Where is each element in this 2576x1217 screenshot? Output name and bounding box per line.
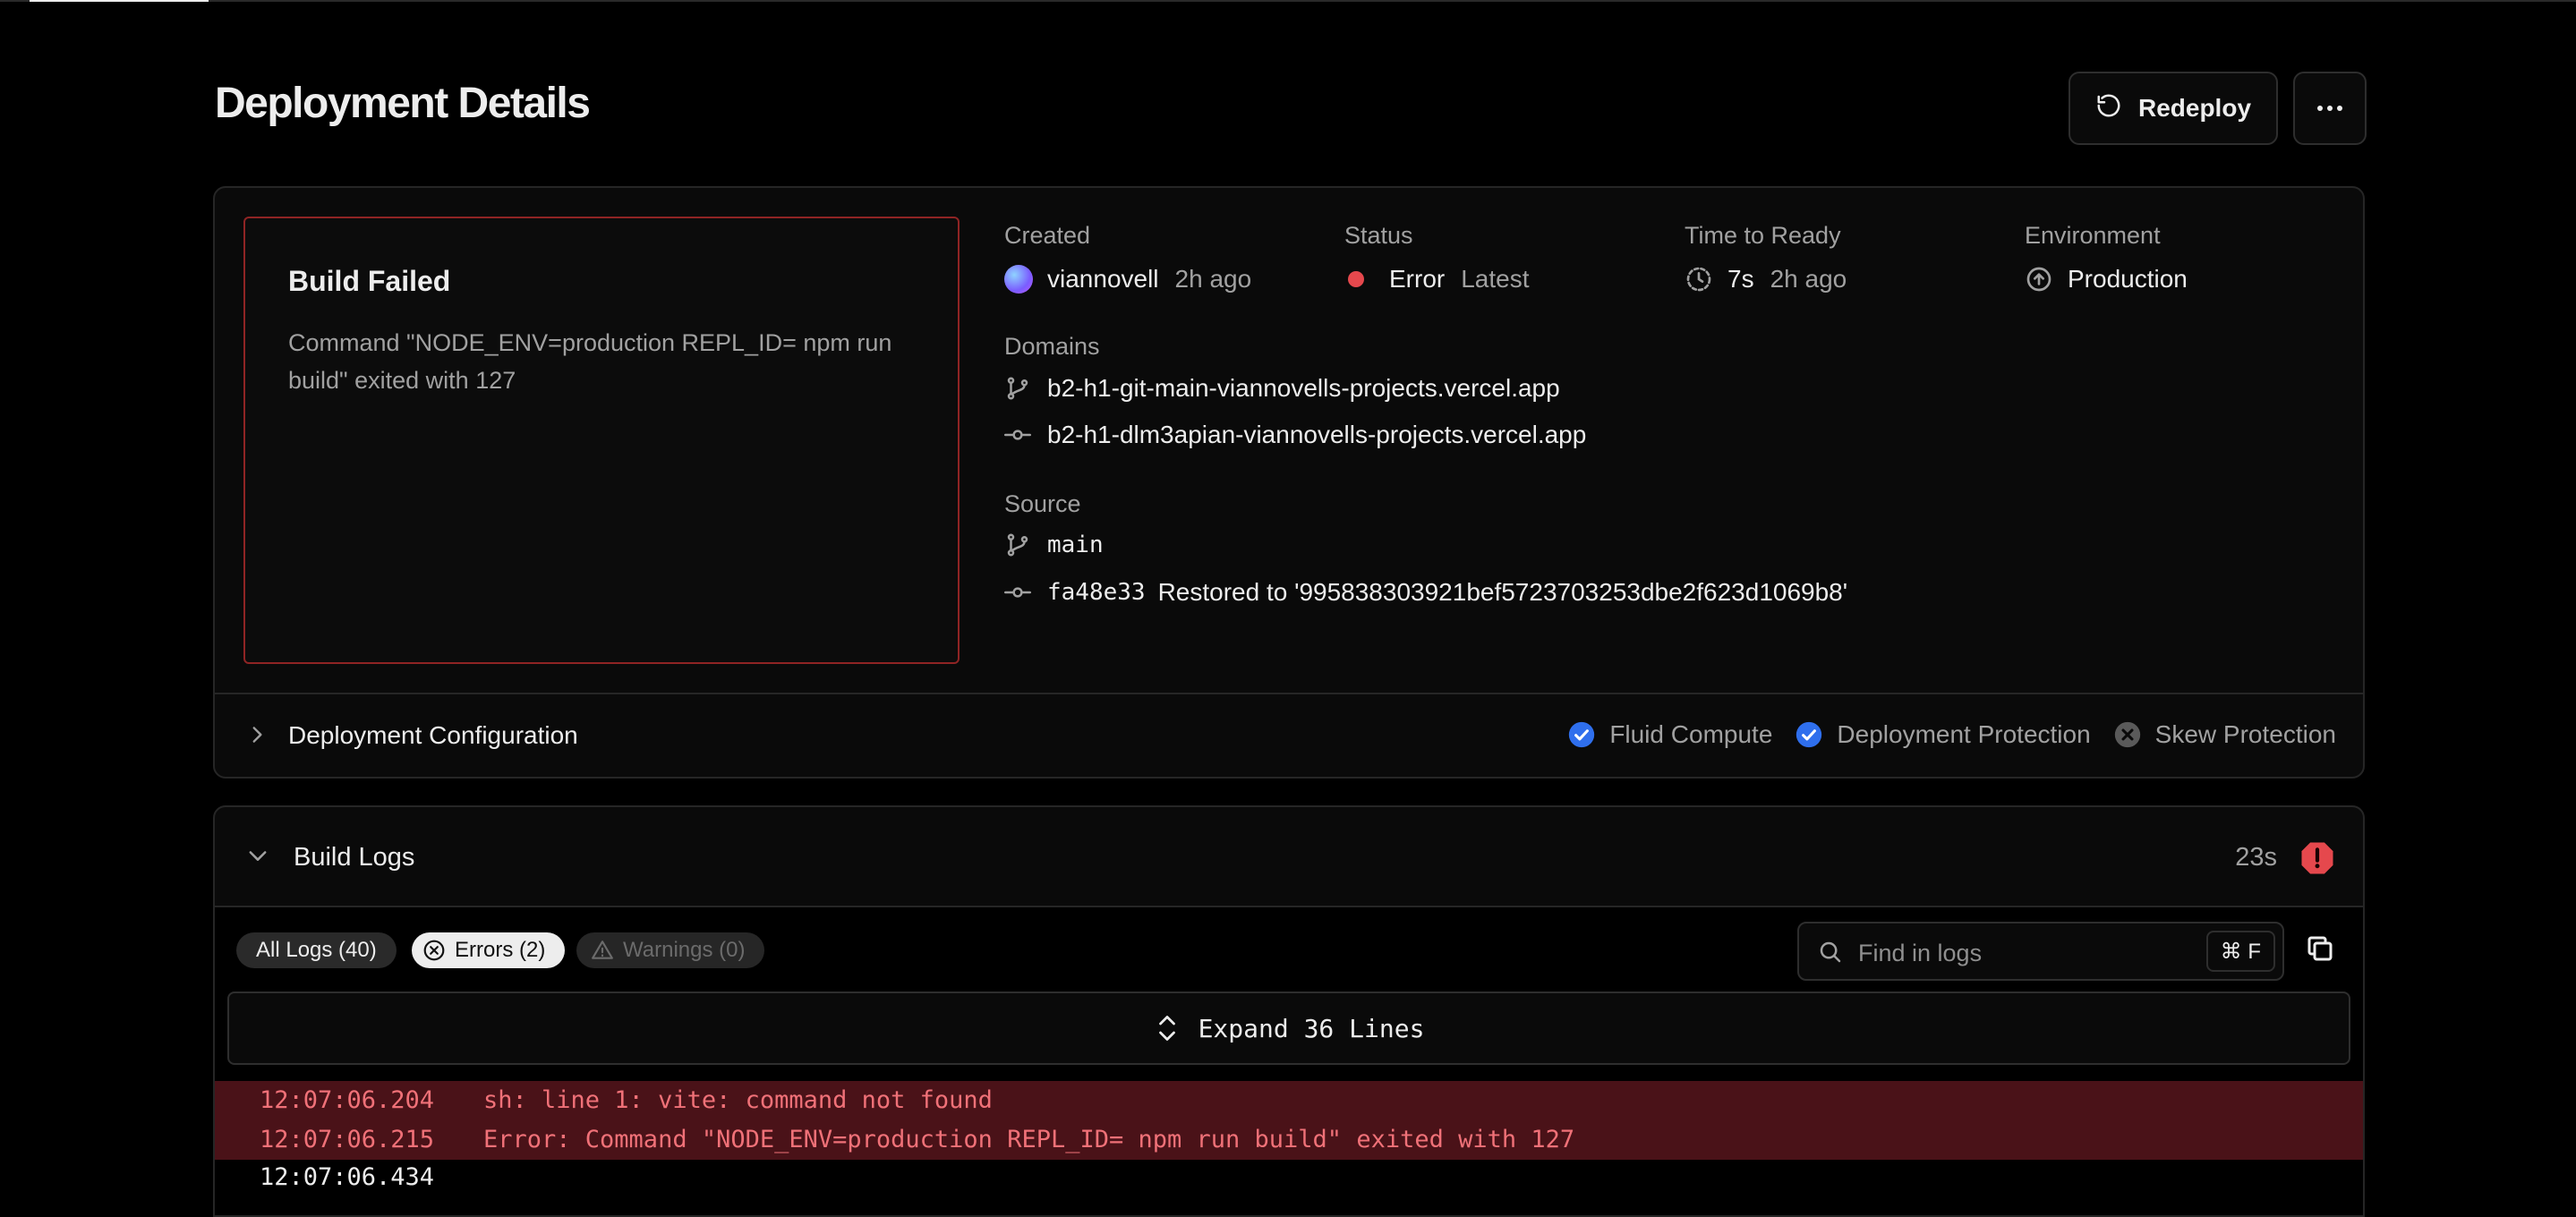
- log-line[interactable]: 12:07:06.434: [215, 1158, 2363, 1197]
- log-message: sh: line 1: vite: command not found: [483, 1086, 993, 1114]
- filter-warnings-label: Warnings (0): [623, 938, 746, 962]
- filter-errors[interactable]: Errors (2): [412, 932, 566, 968]
- git-branch-icon: [1004, 375, 1031, 402]
- redeploy-label: Redeploy: [2137, 94, 2252, 122]
- commit-hash[interactable]: fa48e33: [1047, 579, 1146, 606]
- check-circle-icon: [1566, 719, 1597, 750]
- error-octagon-icon: [2299, 839, 2336, 877]
- log-timestamp: 12:07:06.215: [260, 1126, 435, 1153]
- top-border: [0, 0, 2576, 2]
- log-line[interactable]: 12:07:06.215 Error: Command "NODE_ENV=pr…: [215, 1120, 2363, 1160]
- log-timestamp: 12:07:06.204: [260, 1086, 435, 1114]
- skew-protection-label: Skew Protection: [2154, 720, 2336, 748]
- deployment-configuration-row[interactable]: Deployment Configuration Fluid Compute D…: [215, 694, 2363, 777]
- search-icon: [1817, 939, 1844, 970]
- domain-item[interactable]: b2-h1-dlm3apian-viannovells-projects.ver…: [1004, 421, 1586, 449]
- environment-label: Environment: [2025, 222, 2161, 249]
- more-icon: [2316, 100, 2343, 116]
- redeploy-button[interactable]: Redeploy: [2068, 72, 2278, 145]
- build-logs-duration: 23s: [2235, 843, 2277, 872]
- copy-logs-button[interactable]: [2304, 932, 2340, 968]
- config-badges: Fluid Compute Deployment Protection Skew…: [1566, 719, 2336, 750]
- status-value: Error Latest: [1348, 265, 1530, 294]
- arrow-up-circle-icon: [2025, 265, 2053, 294]
- environment-text: Production: [2068, 265, 2188, 293]
- log-timestamp: 12:07:06.434: [260, 1163, 435, 1191]
- skew-protection-badge: Skew Protection: [2112, 719, 2336, 750]
- log-search-input[interactable]: Find in logs ⌘ F: [1797, 922, 2284, 981]
- log-message: Error: Command "NODE_ENV=production REPL…: [483, 1126, 1575, 1153]
- status-label: Status: [1344, 222, 1413, 249]
- fluid-compute-badge: Fluid Compute: [1566, 719, 1772, 750]
- build-failed-message: Command "NODE_ENV=production REPL_ID= np…: [288, 329, 892, 394]
- x-circle-icon: [422, 939, 446, 962]
- build-logs-panel: Build Logs 23s All Logs (40) Errors (2) …: [213, 805, 2365, 1217]
- copy-icon: [2304, 936, 2336, 968]
- git-commit-icon: [1004, 421, 1031, 448]
- search-shortcut-kbd: ⌘ F: [2205, 931, 2275, 972]
- deployment-protection-label: Deployment Protection: [1837, 720, 2091, 748]
- created-user[interactable]: viannovell: [1047, 265, 1159, 294]
- deployment-protection-badge: Deployment Protection: [1794, 719, 2091, 750]
- filter-all-logs[interactable]: All Logs (40): [236, 932, 397, 968]
- time-to-ready-label: Time to Ready: [1685, 222, 1841, 249]
- created-label: Created: [1004, 222, 1091, 249]
- domains-label: Domains: [1004, 333, 1100, 360]
- time-to-ready-value: 7s 2h ago: [1685, 265, 1847, 294]
- domain-link[interactable]: b2-h1-git-main-viannovells-projects.verc…: [1047, 374, 1560, 403]
- created-value: viannovell 2h ago: [1004, 265, 1251, 294]
- check-circle-icon: [1794, 719, 1824, 750]
- expand-vertical-icon: [1154, 1012, 1181, 1044]
- deployment-summary-card: Build Failed Command "NODE_ENV=productio…: [213, 186, 2365, 779]
- log-line[interactable]: 12:07:06.204 sh: line 1: vite: command n…: [215, 1081, 2363, 1120]
- time-to-ready-duration: 7s: [1727, 265, 1754, 293]
- chevron-down-icon: [245, 843, 270, 872]
- source-branch[interactable]: main: [1004, 532, 1104, 558]
- expand-lines-button[interactable]: Expand 36 Lines: [227, 991, 2350, 1065]
- chevron-right-icon: [245, 723, 269, 751]
- more-options-button[interactable]: [2293, 72, 2367, 145]
- clock-icon: [1685, 265, 1713, 294]
- commit-message: Restored to '995838303921bef5723703253db…: [1157, 578, 1848, 606]
- log-search-placeholder: Find in logs: [1858, 940, 1983, 966]
- git-commit-icon: [1004, 579, 1031, 606]
- filter-errors-label: Errors (2): [455, 938, 546, 962]
- build-failed-panel: Build Failed Command "NODE_ENV=productio…: [243, 217, 960, 664]
- page-title: Deployment Details: [215, 80, 591, 127]
- source-label: Source: [1004, 490, 1081, 517]
- domain-item[interactable]: b2-h1-git-main-viannovells-projects.verc…: [1004, 374, 1560, 403]
- created-time: 2h ago: [1174, 265, 1252, 293]
- expand-lines-label: Expand 36 Lines: [1198, 1013, 1425, 1043]
- status-tag: Latest: [1461, 265, 1530, 293]
- environment-value: Production: [2025, 265, 2188, 294]
- x-circle-icon: [2112, 719, 2143, 750]
- build-logs-body: All Logs (40) Errors (2) Warnings (0) Fi…: [215, 907, 2363, 1215]
- domain-link[interactable]: b2-h1-dlm3apian-viannovells-projects.ver…: [1047, 421, 1586, 449]
- time-to-ready-time: 2h ago: [1770, 265, 1847, 293]
- deployment-configuration-title: Deployment Configuration: [288, 721, 578, 749]
- warning-triangle-icon: [591, 939, 614, 962]
- fluid-compute-label: Fluid Compute: [1609, 720, 1773, 748]
- status-text: Error: [1389, 265, 1446, 293]
- branch-name[interactable]: main: [1047, 532, 1104, 558]
- build-logs-header[interactable]: Build Logs 23s: [215, 807, 2363, 907]
- active-tab-indicator: [30, 0, 209, 2]
- error-dot-icon: [1348, 271, 1364, 287]
- build-failed-title: Build Failed: [288, 265, 451, 297]
- filter-warnings[interactable]: Warnings (0): [576, 932, 765, 968]
- git-branch-icon: [1004, 532, 1031, 558]
- redeploy-icon: [2095, 92, 2122, 125]
- avatar[interactable]: [1004, 265, 1033, 294]
- build-logs-title: Build Logs: [294, 843, 415, 872]
- source-commit[interactable]: fa48e33 Restored to '995838303921bef5723…: [1004, 578, 1847, 607]
